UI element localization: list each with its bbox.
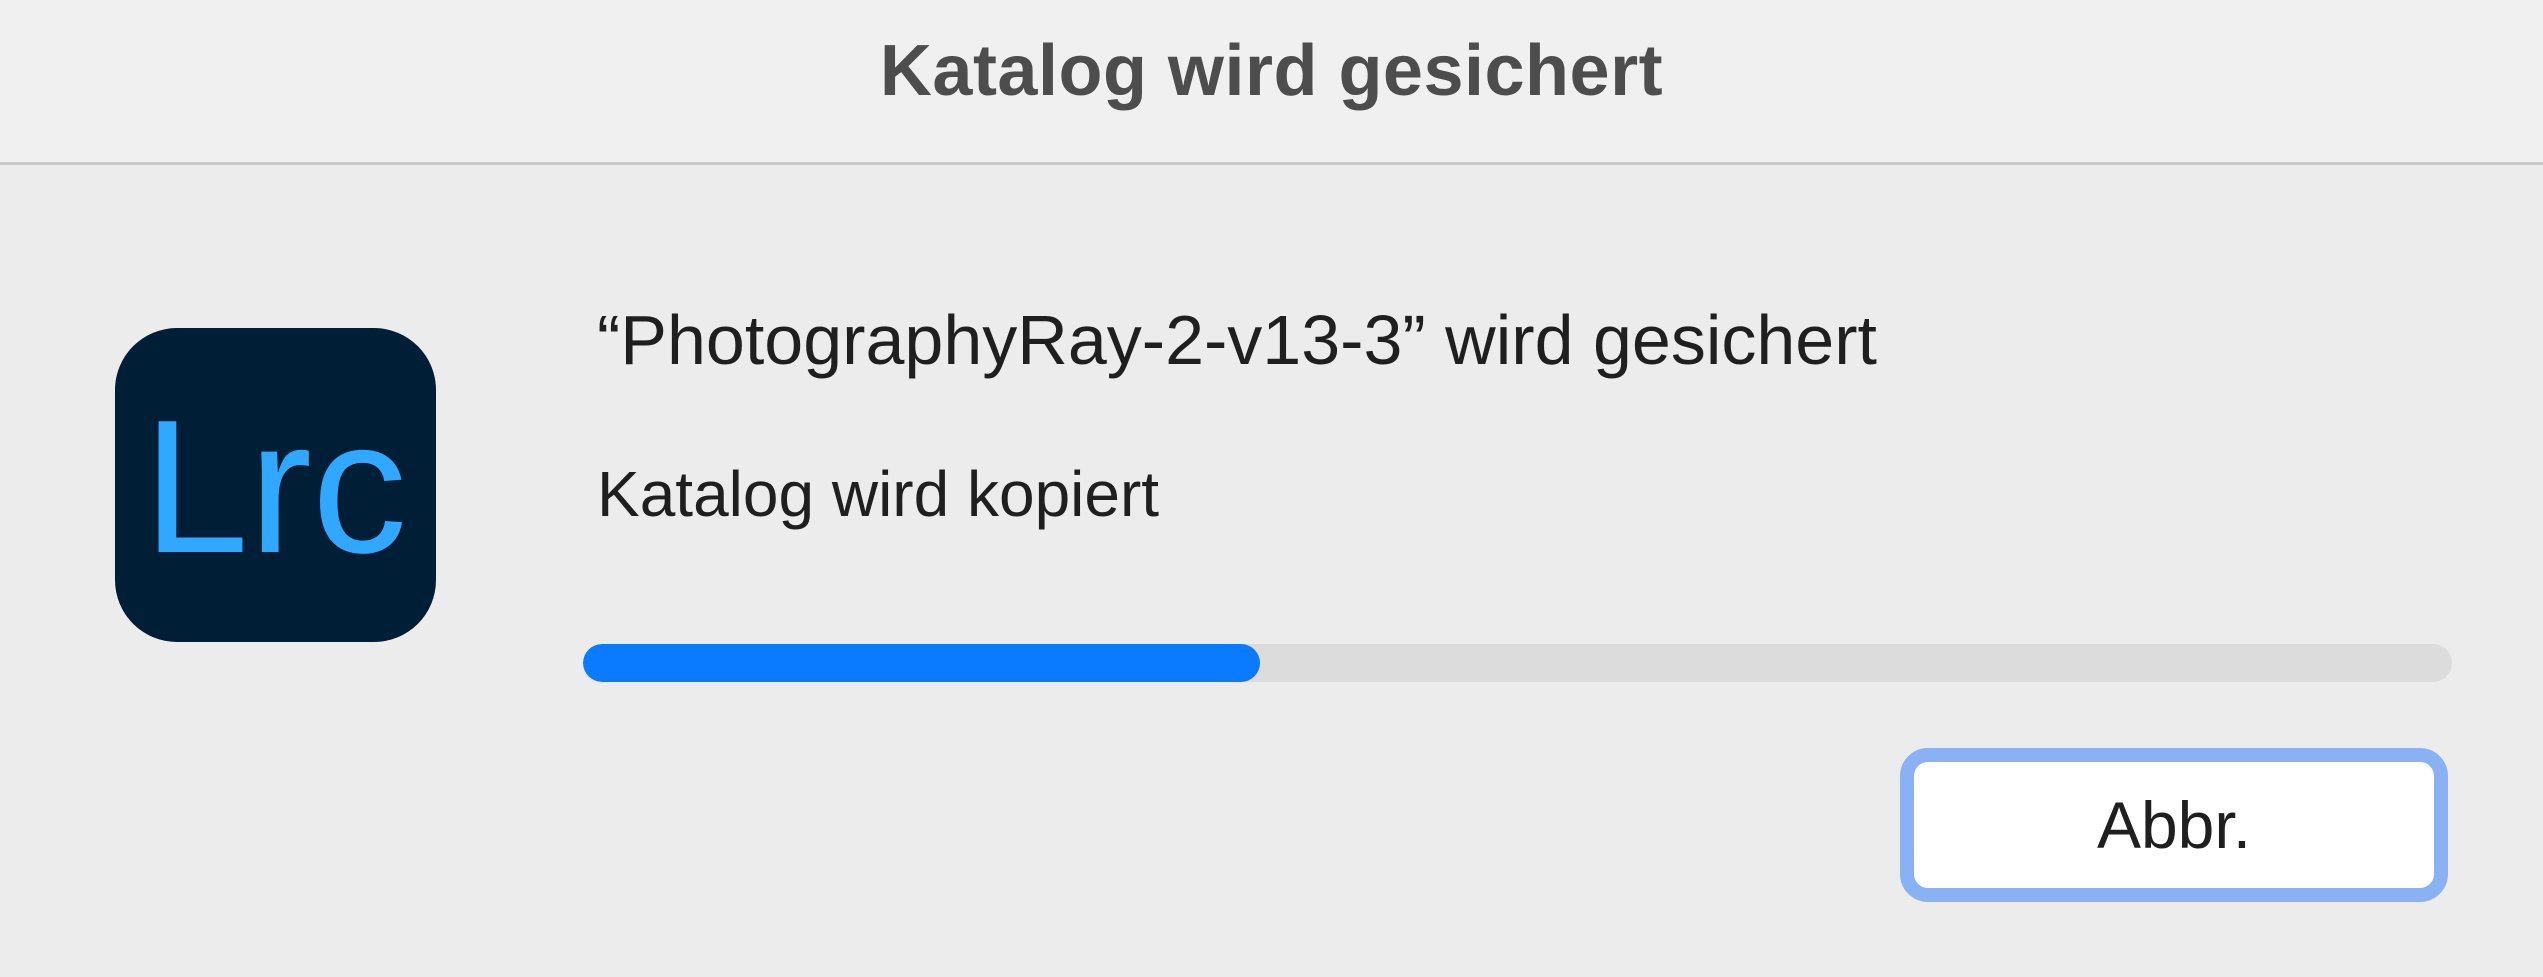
app-icon-label: Lrc [143, 381, 407, 593]
backup-dialog: Katalog wird gesichert Lrc “PhotographyR… [0, 0, 2543, 977]
backup-heading: “PhotographyRay-2-v13-3” wird gesichert [597, 301, 1877, 379]
lightroom-classic-icon: Lrc [115, 328, 436, 642]
dialog-title: Katalog wird gesichert [879, 31, 1664, 111]
progress-bar-fill [583, 644, 1260, 682]
cancel-button[interactable]: Abbr. [1900, 748, 2448, 902]
backup-status-text: Katalog wird kopiert [597, 458, 1160, 530]
title-bar: Katalog wird gesichert [0, 0, 2543, 165]
progress-bar [583, 644, 2452, 682]
